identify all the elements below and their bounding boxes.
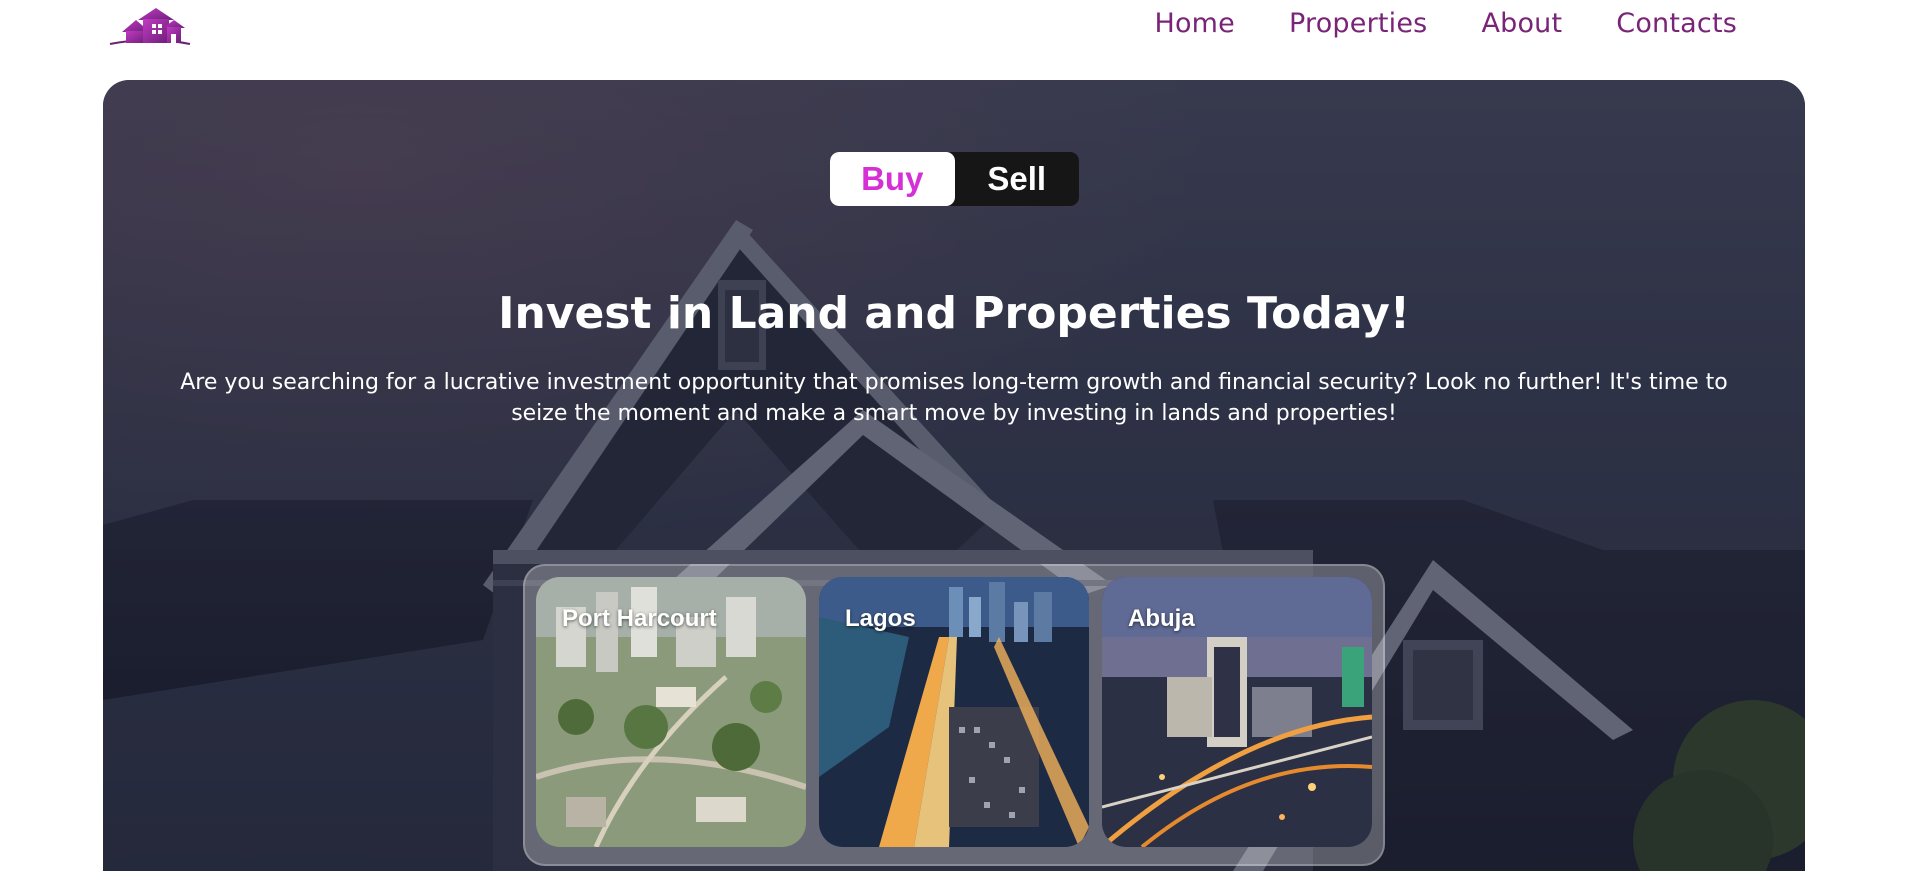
- nav-home-link[interactable]: Home: [1154, 8, 1235, 39]
- site-header: Home Properties About Contacts: [0, 0, 1907, 80]
- city-card-label: Abuja: [1128, 605, 1195, 632]
- sell-toggle-button[interactable]: Sell: [955, 152, 1080, 206]
- hero-section: Buy Sell Invest in Land and Properties T…: [103, 80, 1805, 871]
- city-card-label: Port Harcourt: [562, 605, 717, 632]
- nav-contacts-link[interactable]: Contacts: [1616, 8, 1737, 39]
- hero-description: Are you searching for a lucrative invest…: [180, 370, 1728, 426]
- hero-title: Invest in Land and Properties Today!: [498, 288, 1410, 339]
- house-logo-icon[interactable]: [108, 6, 192, 50]
- main-nav: Home Properties About Contacts: [1154, 8, 1737, 39]
- nav-properties-link[interactable]: Properties: [1289, 8, 1427, 39]
- city-card-label: Lagos: [845, 605, 916, 632]
- city-card-port-harcourt[interactable]: Port Harcourt: [536, 577, 806, 847]
- nav-about-link[interactable]: About: [1481, 8, 1562, 39]
- city-cards-panel: Port Harcourt Lagos Abuja: [523, 564, 1385, 866]
- city-card-abuja[interactable]: Abuja: [1102, 577, 1372, 847]
- city-card-lagos[interactable]: Lagos: [819, 577, 1089, 847]
- buy-sell-toggle: Buy Sell: [830, 152, 1079, 206]
- buy-toggle-button[interactable]: Buy: [830, 152, 955, 206]
